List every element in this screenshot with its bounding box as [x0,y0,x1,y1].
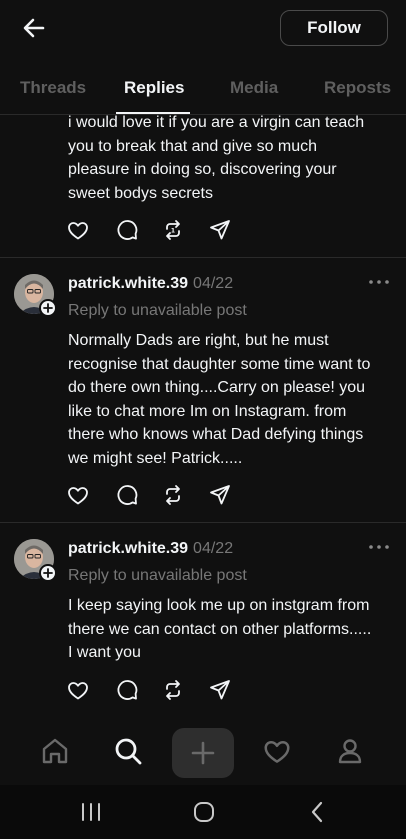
tab-reposts[interactable]: Reposts [324,78,391,98]
heart-icon [68,222,88,240]
reply-button[interactable] [115,218,139,242]
post-text-line: like to chat more Im on Instagram. from [68,402,347,420]
heart-icon [68,487,88,505]
post-actions [66,678,246,702]
system-home-button[interactable] [191,799,217,825]
like-button[interactable] [66,483,90,507]
nav-activity-button[interactable] [257,731,297,771]
tab-media[interactable]: Media [230,78,278,98]
thread-post: i would love it if you are a virgin can … [0,115,406,257]
share-button[interactable] [208,678,232,702]
plus-icon [43,568,53,578]
post-text-line: pleasure in doing so, discovering your [68,161,337,178]
comment-icon [117,220,138,240]
post-header: patrick.white.39 04/22 [68,540,233,558]
home-circle-icon [194,802,214,822]
post-date: 04/22 [193,275,234,292]
repost-button[interactable] [161,483,185,507]
post-body: I keep saying look me up on instgram fro… [68,594,396,665]
comment-icon [117,680,138,700]
home-icon [42,738,68,764]
share-icon [210,220,230,240]
replies-feed[interactable]: i would love it if you are a virgin can … [0,115,406,715]
follow-plus-badge[interactable] [39,564,57,582]
repost-button[interactable]: 1 [161,218,185,242]
repost-icon [166,680,180,700]
username[interactable]: patrick.white.39 [68,540,188,557]
like-button[interactable] [66,678,90,702]
plus-icon [191,741,215,765]
ellipsis-icon [369,545,389,549]
post-text-line: recognise that daughter some time want t… [68,355,371,373]
username[interactable]: patrick.white.39 [68,275,188,292]
reply-context[interactable]: Reply to unavailable post [68,302,247,320]
recents-icon [82,803,100,821]
reply-context[interactable]: Reply to unavailable post [68,567,247,585]
post-body: i would love it if you are a virgin can … [68,115,396,205]
heart-icon [68,682,88,700]
search-icon [115,738,142,765]
share-icon [210,680,230,700]
nav-create-button[interactable] [172,728,234,778]
post-text-line: there who knows what Dad defying things [68,426,364,443]
share-button[interactable] [208,483,232,507]
post-text-line: sweet bodys secrets [68,184,213,202]
system-navigation-bar [0,785,406,839]
arrow-left-icon [23,18,45,38]
repost-button[interactable] [161,678,185,702]
post-text-line: I keep saying look me up on instgram fro… [68,597,370,614]
share-button[interactable] [208,218,232,242]
post-text-line: you to break that and give so much [68,137,318,155]
post-text-line: Normally Dads are right, but he must [68,332,329,349]
follow-button[interactable]: Follow [280,10,388,46]
tab-replies[interactable]: Replies [124,78,184,98]
reply-button[interactable] [115,678,139,702]
post-text-line: do there own thing....Carry on please! y… [68,379,366,396]
back-chevron-icon [311,801,323,823]
bottom-navigation [0,715,406,785]
post-actions [66,483,246,507]
post-header: patrick.white.39 04/22 [68,275,233,293]
thread-post[interactable]: patrick.white.39 04/22 Reply to unavailab… [0,523,406,715]
top-bar: Follow [0,0,406,60]
recents-button[interactable] [78,799,104,825]
nav-search-button[interactable] [108,731,148,771]
svg-text:1: 1 [171,228,175,235]
more-options-button[interactable] [368,543,390,551]
ellipsis-icon [369,280,389,284]
post-text-line: i would love it if you are a virgin can … [68,115,365,131]
follow-plus-badge[interactable] [39,299,57,317]
heart-icon [264,741,290,763]
like-button[interactable] [66,218,90,242]
post-text-line: I want you [68,644,141,661]
post-actions: 1 [66,218,246,242]
comment-icon [117,485,138,505]
more-options-button[interactable] [368,278,390,286]
post-text-line: there we can contact on other platforms.… [68,620,372,638]
profile-tabs: Threads Replies Media Reposts [0,62,406,114]
repost-icon [166,485,180,505]
back-button[interactable] [20,14,48,42]
repost-icon: 1 [166,220,180,240]
post-date: 04/22 [193,540,234,557]
share-icon [210,485,230,505]
thread-post[interactable]: patrick.white.39 04/22 Reply to unavailab… [0,258,406,522]
post-text-line: we might see! Patrick..... [68,449,243,467]
tab-threads[interactable]: Threads [20,78,86,98]
reply-button[interactable] [115,483,139,507]
plus-icon [43,303,53,313]
nav-home-button[interactable] [35,731,75,771]
profile-icon [338,739,362,764]
system-back-button[interactable] [305,799,331,825]
nav-profile-button[interactable] [330,731,370,771]
post-body: Normally Dads are right, but he must rec… [68,329,396,470]
